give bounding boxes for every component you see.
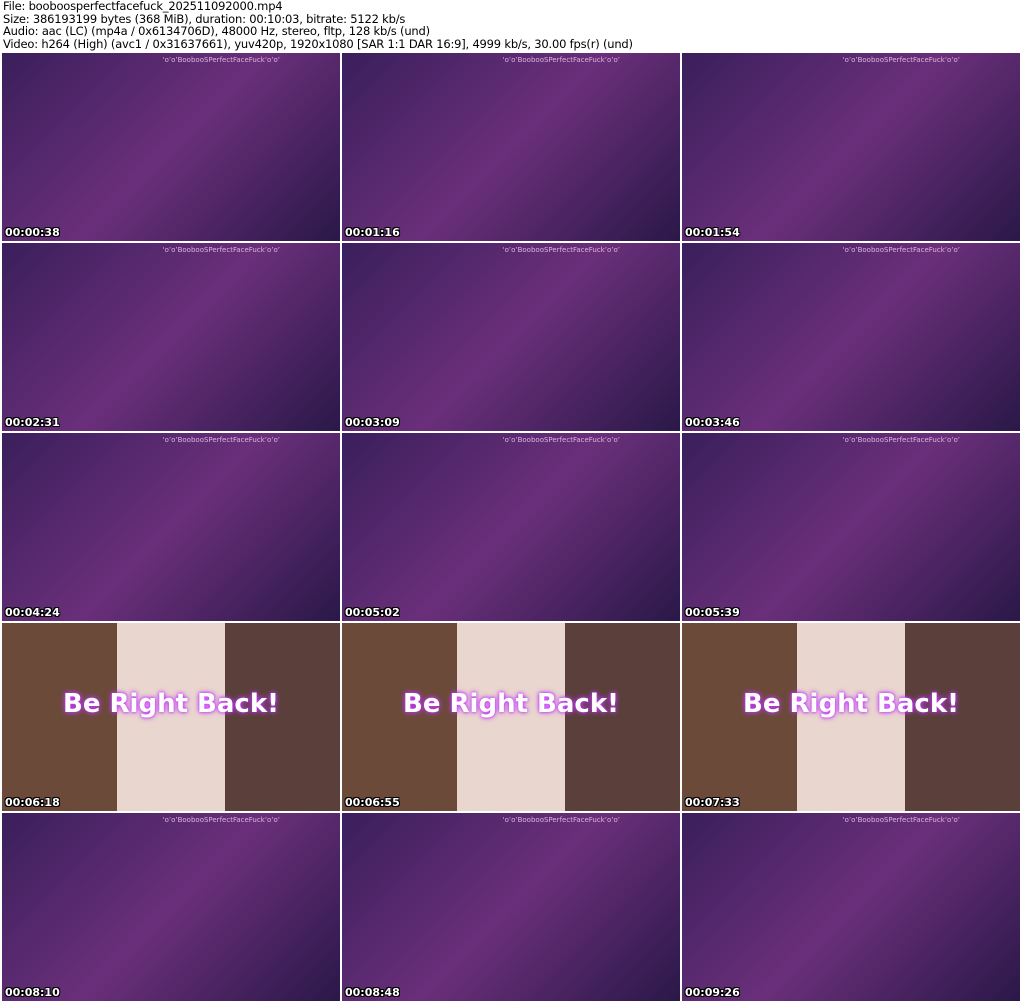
audio-info: Audio: aac (LC) (mp4a / 0x6134706D), 480… bbox=[3, 24, 430, 38]
watermark-text: ‘o’o’BoobooSPerfectFaceFuck’o’o’ bbox=[162, 56, 280, 64]
video-info: Video: h264 (High) (avc1 / 0x31637661), … bbox=[3, 36, 633, 51]
watermark-text: ‘o’o’BoobooSPerfectFaceFuck’o’o’ bbox=[502, 816, 620, 824]
video-thumbnail: Be Right Back! 00:07:33 bbox=[682, 623, 1020, 811]
brb-overlay-text: Be Right Back! bbox=[403, 689, 619, 719]
video-thumbnail: ‘o’o’BoobooSPerfectFaceFuck’o’o’ 00:03:09 bbox=[342, 243, 680, 431]
file-info-header: File: booboosperfectfacefuck_20251109200… bbox=[3, 0, 633, 50]
thumbnail-timestamp: 00:08:10 bbox=[5, 986, 60, 999]
thumbnail-timestamp: 00:06:18 bbox=[5, 796, 60, 809]
thumbnail-timestamp: 00:04:24 bbox=[5, 606, 60, 619]
watermark-text: ‘o’o’BoobooSPerfectFaceFuck’o’o’ bbox=[502, 246, 620, 254]
thumbnail-timestamp: 00:05:39 bbox=[685, 606, 740, 619]
watermark-text: ‘o’o’BoobooSPerfectFaceFuck’o’o’ bbox=[842, 816, 960, 824]
brb-overlay-text: Be Right Back! bbox=[63, 689, 279, 719]
watermark-text: ‘o’o’BoobooSPerfectFaceFuck’o’o’ bbox=[162, 246, 280, 254]
thumbnail-timestamp: 00:05:02 bbox=[345, 606, 400, 619]
watermark-text: ‘o’o’BoobooSPerfectFaceFuck’o’o’ bbox=[842, 56, 960, 64]
watermark-text: ‘o’o’BoobooSPerfectFaceFuck’o’o’ bbox=[842, 246, 960, 254]
thumbnail-timestamp: 00:03:46 bbox=[685, 416, 740, 429]
video-thumbnail: ‘o’o’BoobooSPerfectFaceFuck’o’o’ 00:09:26 bbox=[682, 813, 1020, 1001]
thumbnail-timestamp: 00:02:31 bbox=[5, 416, 60, 429]
thumbnail-timestamp: 00:08:48 bbox=[345, 986, 400, 999]
thumbnail-grid: ‘o’o’BoobooSPerfectFaceFuck’o’o’ 00:00:38… bbox=[2, 53, 1020, 1001]
video-thumbnail: ‘o’o’BoobooSPerfectFaceFuck’o’o’ 00:04:24 bbox=[2, 433, 340, 621]
brb-overlay-text: Be Right Back! bbox=[743, 689, 959, 719]
video-thumbnail: ‘o’o’BoobooSPerfectFaceFuck’o’o’ 00:01:16 bbox=[342, 53, 680, 241]
watermark-text: ‘o’o’BoobooSPerfectFaceFuck’o’o’ bbox=[502, 436, 620, 444]
thumbnail-timestamp: 00:07:33 bbox=[685, 796, 740, 809]
watermark-text: ‘o’o’BoobooSPerfectFaceFuck’o’o’ bbox=[162, 816, 280, 824]
video-thumbnail: ‘o’o’BoobooSPerfectFaceFuck’o’o’ 00:05:02 bbox=[342, 433, 680, 621]
thumbnail-timestamp: 00:03:09 bbox=[345, 416, 400, 429]
thumbnail-timestamp: 00:01:54 bbox=[685, 226, 740, 239]
video-thumbnail: ‘o’o’BoobooSPerfectFaceFuck’o’o’ 00:02:31 bbox=[2, 243, 340, 431]
watermark-text: ‘o’o’BoobooSPerfectFaceFuck’o’o’ bbox=[162, 436, 280, 444]
thumbnail-timestamp: 00:00:38 bbox=[5, 226, 60, 239]
file-name: File: booboosperfectfacefuck_20251109200… bbox=[3, 0, 283, 13]
video-thumbnail: ‘o’o’BoobooSPerfectFaceFuck’o’o’ 00:00:38 bbox=[2, 53, 340, 241]
watermark-text: ‘o’o’BoobooSPerfectFaceFuck’o’o’ bbox=[502, 56, 620, 64]
thumbnail-timestamp: 00:06:55 bbox=[345, 796, 400, 809]
video-thumbnail: ‘o’o’BoobooSPerfectFaceFuck’o’o’ 00:08:10 bbox=[2, 813, 340, 1001]
video-thumbnail: ‘o’o’BoobooSPerfectFaceFuck’o’o’ 00:01:54 bbox=[682, 53, 1020, 241]
video-thumbnail: Be Right Back! 00:06:55 bbox=[342, 623, 680, 811]
video-thumbnail: ‘o’o’BoobooSPerfectFaceFuck’o’o’ 00:03:46 bbox=[682, 243, 1020, 431]
video-thumbnail: ‘o’o’BoobooSPerfectFaceFuck’o’o’ 00:08:48 bbox=[342, 813, 680, 1001]
watermark-text: ‘o’o’BoobooSPerfectFaceFuck’o’o’ bbox=[842, 436, 960, 444]
video-thumbnail: ‘o’o’BoobooSPerfectFaceFuck’o’o’ 00:05:39 bbox=[682, 433, 1020, 621]
thumbnail-timestamp: 00:01:16 bbox=[345, 226, 400, 239]
thumbnail-timestamp: 00:09:26 bbox=[685, 986, 740, 999]
video-thumbnail: Be Right Back! 00:06:18 bbox=[2, 623, 340, 811]
